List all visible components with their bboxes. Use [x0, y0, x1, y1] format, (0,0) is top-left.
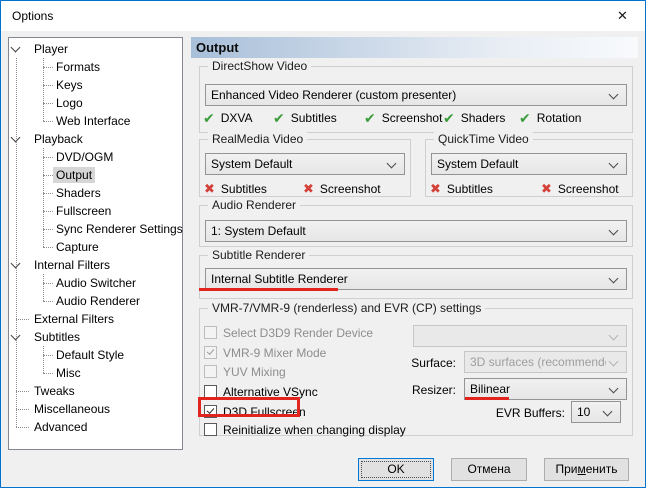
cancel-button[interactable]: Отмена — [451, 458, 527, 481]
chevron-down-icon[interactable] — [11, 133, 21, 143]
realmedia-feature-subtitles: ✖ Subtitles — [204, 180, 267, 197]
subtitle-renderer-select[interactable]: Internal Subtitle Renderer — [205, 268, 627, 290]
apply-button[interactable]: Применить — [544, 458, 629, 481]
surface-label: Surface: — [361, 356, 456, 370]
audio-renderer-select[interactable]: 1: System Default — [205, 220, 627, 242]
quicktime-feature-screenshot: ✖ Screenshot — [541, 180, 619, 197]
sidebar-item-shaders[interactable]: Shaders — [9, 184, 182, 202]
window-title: Options — [12, 9, 53, 23]
sidebar-item-web-interface[interactable]: Web Interface — [9, 112, 182, 130]
chevron-down-icon — [609, 159, 619, 169]
cross-icon: ✖ — [430, 182, 441, 195]
check-icon: ✔ — [519, 111, 531, 125]
sidebar-item-misc[interactable]: Misc — [9, 364, 182, 382]
realmedia-renderer-select[interactable]: System Default — [205, 153, 405, 175]
cross-icon: ✖ — [541, 182, 552, 195]
chevron-down-icon — [609, 384, 619, 394]
vmr-evr-group-label: VMR-7/VMR-9 (renderless) and EVR (CP) se… — [208, 301, 485, 315]
quicktime-feature-subtitles: ✖ Subtitles — [430, 180, 493, 197]
chevron-down-icon[interactable] — [11, 331, 21, 341]
sidebar-item-playback[interactable]: Playback — [9, 130, 182, 148]
checkbox-icon — [204, 365, 217, 378]
realmedia-feature-screenshot: ✖ Screenshot — [303, 180, 381, 197]
title-bar: Options ✕ — [1, 1, 645, 31]
checkbox-checked-icon — [204, 346, 217, 359]
feature-subtitles: ✔ Subtitles — [273, 109, 337, 126]
sidebar-item-default-style[interactable]: Default Style — [9, 346, 182, 364]
chevron-down-icon — [609, 90, 619, 100]
sidebar-item-output[interactable]: Output — [9, 166, 182, 184]
chevron-down-icon — [603, 407, 613, 417]
sidebar-item-miscellaneous[interactable]: Miscellaneous — [9, 400, 182, 418]
chevron-down-icon[interactable] — [11, 43, 21, 53]
resizer-label: Resizer: — [361, 383, 456, 397]
annotation-underline-subtitle-renderer — [199, 288, 338, 291]
sidebar-item-audio-switcher[interactable]: Audio Switcher — [9, 274, 182, 292]
ok-button[interactable]: OK — [358, 458, 434, 481]
check-icon: ✔ — [364, 111, 376, 125]
directshow-group-label: DirectShow Video — [208, 59, 311, 73]
sidebar-item-audio-renderer[interactable]: Audio Renderer — [9, 292, 182, 310]
subtitle-renderer-group-label: Subtitle Renderer — [208, 248, 309, 262]
sidebar-item-internal-filters[interactable]: Internal Filters — [9, 256, 182, 274]
chevron-down-icon — [387, 159, 397, 169]
page-title: Output — [196, 40, 239, 55]
evr-buffers-label: EVR Buffers: — [461, 406, 565, 420]
sidebar-item-logo[interactable]: Logo — [9, 94, 182, 112]
cross-icon: ✖ — [303, 182, 314, 195]
sidebar-item-player[interactable]: Player — [9, 40, 182, 58]
sidebar-item-formats[interactable]: Formats — [9, 58, 182, 76]
sidebar-item-advanced[interactable]: Advanced — [9, 418, 182, 436]
sidebar-item-subtitles[interactable]: Subtitles — [9, 328, 182, 346]
sidebar-item-external-filters[interactable]: External Filters — [9, 310, 182, 328]
chevron-down-icon — [609, 226, 619, 236]
checkbox-icon — [204, 326, 217, 339]
audio-renderer-group-label: Audio Renderer — [208, 198, 300, 212]
sidebar-item-capture[interactable]: Capture — [9, 238, 182, 256]
realmedia-group-label: RealMedia Video — [208, 132, 307, 146]
evr-buffers-select[interactable]: 10 — [571, 401, 621, 423]
quicktime-group-label: QuickTime Video — [434, 132, 533, 146]
chevron-down-icon — [609, 274, 619, 284]
chevron-down-icon — [609, 357, 619, 367]
check-icon: ✔ — [443, 111, 455, 125]
annotation-box-d3d-fullscreen — [198, 397, 300, 417]
check-icon: ✔ — [273, 111, 285, 125]
d3d9-device-select — [413, 325, 627, 347]
chevron-down-icon[interactable] — [11, 259, 21, 269]
sidebar-item-tweaks[interactable]: Tweaks — [9, 382, 182, 400]
directshow-renderer-select[interactable]: Enhanced Video Renderer (custom presente… — [205, 84, 627, 106]
feature-shaders: ✔ Shaders — [443, 109, 505, 126]
annotation-underline-resizer — [465, 397, 509, 400]
page-header: Output — [191, 37, 638, 58]
chevron-down-icon — [609, 331, 619, 341]
sidebar-item-keys[interactable]: Keys — [9, 76, 182, 94]
surface-select: 3D surfaces (recommended) — [464, 351, 627, 373]
sidebar-item-dvd-ogm[interactable]: DVD/OGM — [9, 148, 182, 166]
check-icon: ✔ — [203, 111, 215, 125]
settings-tree: Player Formats Keys Logo Web Interface P… — [8, 37, 183, 450]
options-dialog: Options ✕ Player Formats Keys Logo Web I… — [0, 0, 646, 488]
cross-icon: ✖ — [204, 182, 215, 195]
sidebar-item-sync-renderer-settings[interactable]: Sync Renderer Settings — [9, 220, 182, 238]
quicktime-renderer-select[interactable]: System Default — [431, 153, 627, 175]
close-icon[interactable]: ✕ — [600, 1, 645, 30]
feature-screenshot: ✔ Screenshot — [364, 109, 442, 126]
feature-rotation: ✔ Rotation — [519, 109, 581, 126]
sidebar-item-fullscreen[interactable]: Fullscreen — [9, 202, 182, 220]
checkbox-icon[interactable] — [204, 423, 217, 436]
feature-dxva: ✔ DXVA — [203, 109, 253, 126]
